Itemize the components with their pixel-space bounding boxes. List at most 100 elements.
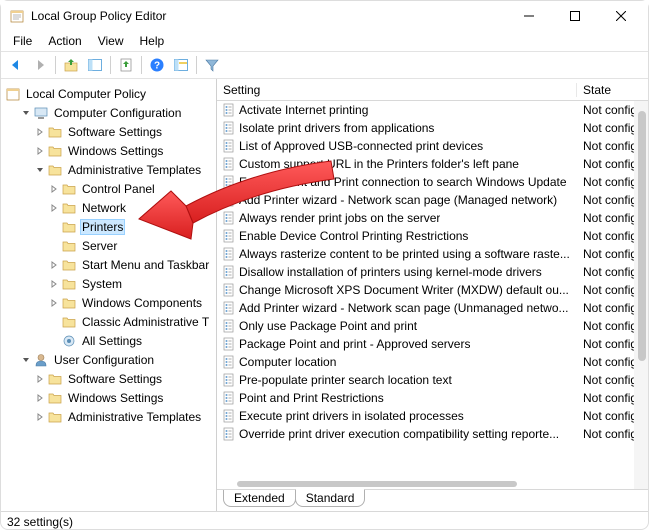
menu-action[interactable]: Action bbox=[40, 32, 89, 50]
list-row[interactable]: Activate Internet printingNot config bbox=[217, 101, 648, 119]
tree-label: Windows Components bbox=[80, 295, 204, 311]
list-row[interactable]: Always rasterize content to be printed u… bbox=[217, 245, 648, 263]
tab-extended[interactable]: Extended bbox=[223, 490, 296, 507]
list-row[interactable]: Disallow installation of printers using … bbox=[217, 263, 648, 281]
tree-admin-templates[interactable]: Administrative Templates bbox=[5, 161, 216, 179]
horizontal-scrollbar[interactable] bbox=[237, 481, 628, 487]
list-row[interactable]: Enable Device Control Printing Restricti… bbox=[217, 227, 648, 245]
minimize-button[interactable] bbox=[506, 1, 552, 31]
chevron-right-icon[interactable] bbox=[33, 125, 47, 139]
tree-server[interactable]: Server bbox=[5, 237, 216, 255]
policy-setting-icon bbox=[221, 246, 237, 262]
tree-label: Administrative Templates bbox=[66, 409, 203, 425]
chevron-down-icon[interactable] bbox=[33, 163, 47, 177]
tree-label: Server bbox=[80, 238, 119, 254]
tree-start-menu[interactable]: Start Menu and Taskbar bbox=[5, 256, 216, 274]
tree-printers[interactable]: Printers bbox=[5, 218, 216, 236]
column-header-setting[interactable]: Setting bbox=[217, 83, 577, 97]
list-row[interactable]: Package Point and print - Approved serve… bbox=[217, 335, 648, 353]
list-body: Activate Internet printingNot configIsol… bbox=[217, 101, 648, 489]
list-row[interactable]: Only use Package Point and printNot conf… bbox=[217, 317, 648, 335]
svg-text:?: ? bbox=[154, 61, 160, 72]
tree-software-settings[interactable]: Software Settings bbox=[5, 123, 216, 141]
tree-classic-admin[interactable]: Classic Administrative T bbox=[5, 313, 216, 331]
chevron-right-icon[interactable] bbox=[33, 372, 47, 386]
chevron-right-icon[interactable] bbox=[33, 144, 47, 158]
tree-user-config[interactable]: User Configuration bbox=[5, 351, 216, 369]
policy-setting-icon bbox=[221, 210, 237, 226]
policy-setting-icon bbox=[221, 354, 237, 370]
menu-file[interactable]: File bbox=[5, 32, 40, 50]
tree-all-settings[interactable]: All Settings bbox=[5, 332, 216, 350]
list-row[interactable]: Isolate print drivers from applicationsN… bbox=[217, 119, 648, 137]
folder-icon bbox=[61, 314, 77, 330]
list-row[interactable]: Always render print jobs on the serverNo… bbox=[217, 209, 648, 227]
tree-windows-settings[interactable]: Windows Settings bbox=[5, 142, 216, 160]
settings-icon bbox=[61, 333, 77, 349]
tree-network[interactable]: Network bbox=[5, 199, 216, 217]
list-row[interactable]: Execute print drivers in isolated proces… bbox=[217, 407, 648, 425]
policy-setting-icon bbox=[221, 390, 237, 406]
close-button[interactable] bbox=[598, 1, 644, 31]
list-row[interactable]: Override print driver execution compatib… bbox=[217, 425, 648, 443]
chevron-right-icon[interactable] bbox=[47, 201, 61, 215]
tree-u-software-settings[interactable]: Software Settings bbox=[5, 370, 216, 388]
chevron-right-icon[interactable] bbox=[33, 410, 47, 424]
tree-label: Control Panel bbox=[80, 181, 157, 197]
chevron-right-icon[interactable] bbox=[47, 296, 61, 310]
chevron-right-icon[interactable] bbox=[47, 258, 61, 272]
menubar: File Action View Help bbox=[1, 31, 648, 51]
vertical-scrollbar[interactable] bbox=[634, 101, 648, 489]
maximize-button[interactable] bbox=[552, 1, 598, 31]
tree-computer-config[interactable]: Computer Configuration bbox=[5, 104, 216, 122]
back-button[interactable] bbox=[5, 54, 27, 76]
filter-button[interactable] bbox=[201, 54, 223, 76]
list-row[interactable]: Point and Print RestrictionsNot config bbox=[217, 389, 648, 407]
setting-name: Computer location bbox=[239, 355, 336, 369]
chevron-right-icon[interactable] bbox=[47, 277, 61, 291]
chevron-right-icon[interactable] bbox=[47, 182, 61, 196]
list-row[interactable]: Add Printer wizard - Network scan page (… bbox=[217, 299, 648, 317]
list-row[interactable]: List of Approved USB-connected print dev… bbox=[217, 137, 648, 155]
up-button[interactable] bbox=[60, 54, 82, 76]
folder-icon bbox=[61, 219, 77, 235]
column-header-state[interactable]: State bbox=[577, 83, 648, 97]
tree-windows-components[interactable]: Windows Components bbox=[5, 294, 216, 312]
menu-view[interactable]: View bbox=[90, 32, 132, 50]
tree-root-node[interactable]: Local Computer Policy bbox=[5, 85, 216, 103]
chevron-down-icon[interactable] bbox=[19, 106, 33, 120]
main-area: Local Computer Policy Computer Configura… bbox=[1, 79, 648, 511]
setting-name: Isolate print drivers from applications bbox=[239, 121, 434, 135]
list-row[interactable]: Add Printer wizard - Network scan page (… bbox=[217, 191, 648, 209]
list-row[interactable]: Custom support URL in the Printers folde… bbox=[217, 155, 648, 173]
list-row[interactable]: Computer locationNot config bbox=[217, 353, 648, 371]
policy-setting-icon bbox=[221, 156, 237, 172]
forward-button[interactable] bbox=[29, 54, 51, 76]
chevron-right-icon[interactable] bbox=[33, 391, 47, 405]
folder-icon bbox=[47, 124, 63, 140]
menu-help[interactable]: Help bbox=[132, 32, 173, 50]
list-row[interactable]: Change Microsoft XPS Document Writer (MX… bbox=[217, 281, 648, 299]
tree-system[interactable]: System bbox=[5, 275, 216, 293]
policy-icon bbox=[5, 86, 21, 102]
tree-control-panel[interactable]: Control Panel bbox=[5, 180, 216, 198]
tree-u-windows-settings[interactable]: Windows Settings bbox=[5, 389, 216, 407]
show-hide-tree-button[interactable] bbox=[84, 54, 106, 76]
tab-standard[interactable]: Standard bbox=[295, 489, 366, 507]
options-button[interactable] bbox=[170, 54, 192, 76]
setting-name: Only use Package Point and print bbox=[239, 319, 417, 333]
list-row[interactable]: Extend Point and Print connection to sea… bbox=[217, 173, 648, 191]
tree-label: Local Computer Policy bbox=[24, 86, 148, 102]
app-icon bbox=[9, 8, 25, 24]
expander-empty bbox=[47, 315, 61, 329]
chevron-down-icon[interactable] bbox=[19, 353, 33, 367]
properties-button[interactable] bbox=[115, 54, 137, 76]
tree-label: User Configuration bbox=[52, 352, 156, 368]
help-button[interactable]: ? bbox=[146, 54, 168, 76]
list-row[interactable]: Pre-populate printer search location tex… bbox=[217, 371, 648, 389]
folder-icon bbox=[61, 200, 77, 216]
tree-label: Administrative Templates bbox=[66, 162, 203, 178]
policy-setting-icon bbox=[221, 102, 237, 118]
tree-u-admin-templates[interactable]: Administrative Templates bbox=[5, 408, 216, 426]
policy-setting-icon bbox=[221, 138, 237, 154]
